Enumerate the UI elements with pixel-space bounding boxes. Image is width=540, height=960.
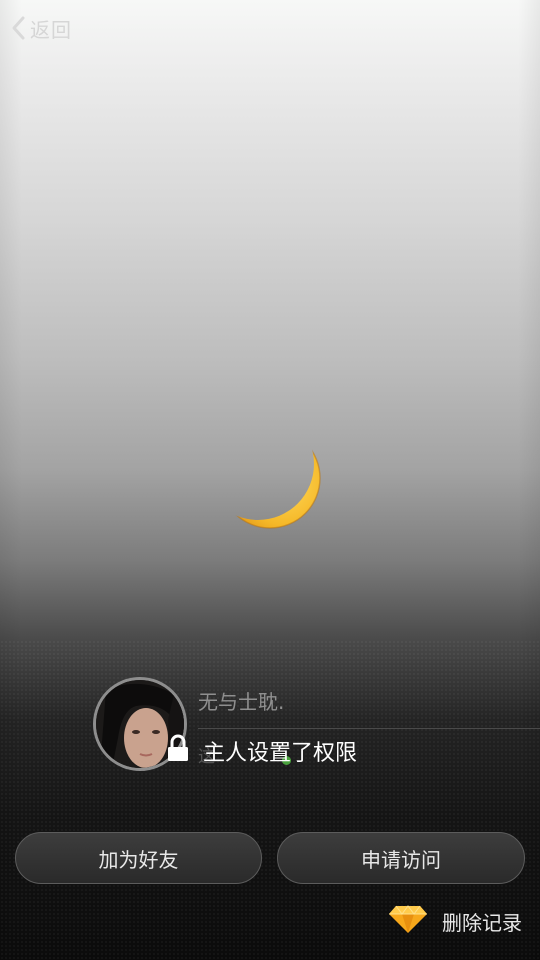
back-label: 返回 [30, 17, 72, 42]
delete-records-label: 删除记录 [442, 910, 522, 935]
diamond-icon [388, 904, 428, 938]
add-friend-button[interactable]: 加为好友 [15, 832, 262, 884]
crescent-moon-icon [212, 420, 330, 540]
back-button[interactable]: 返回 [10, 10, 72, 46]
left-edge-shade [0, 0, 22, 960]
chevron-left-icon [10, 15, 26, 41]
request-visit-button[interactable]: 申请访问 [277, 832, 525, 884]
right-edge-shade [518, 0, 540, 960]
avatar[interactable] [93, 677, 187, 771]
delete-records-button[interactable]: 删除记录 [388, 902, 522, 940]
